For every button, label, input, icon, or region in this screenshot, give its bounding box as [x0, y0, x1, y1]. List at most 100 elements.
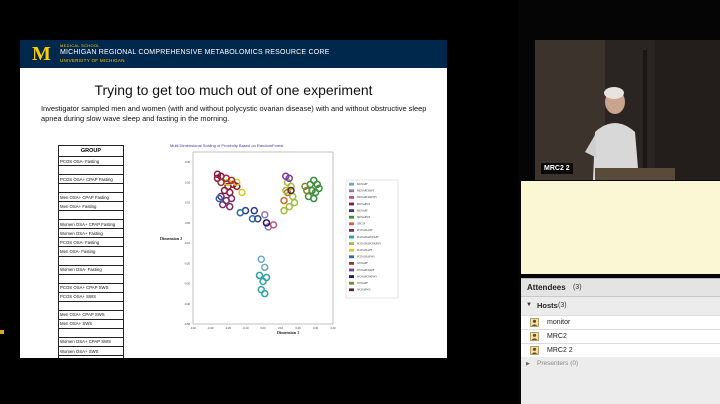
legend-label: MOSAPCPAPWS	[357, 196, 377, 199]
attendees-header: Attendees (3)	[521, 279, 720, 297]
y-tick-label: -0.30	[184, 282, 190, 286]
group-table-cell: Women OSA- Fasting	[58, 264, 124, 275]
group-table-cell	[58, 300, 124, 311]
presenter-video-image	[535, 40, 720, 180]
x-tick-label: 0.30	[313, 326, 319, 330]
y-tick-label: -0.10	[184, 241, 190, 245]
user-icon	[530, 346, 539, 355]
legend-swatch	[349, 255, 354, 259]
yellow-strip	[521, 181, 720, 274]
y-tick-label: -0.50	[184, 322, 190, 326]
group-table-cell: Men OSA+ SWS	[58, 318, 124, 329]
user-icon	[530, 332, 539, 341]
group-table-cell: Women OSA+ CPAP SWS	[58, 336, 124, 347]
x-tick-label: 0.40	[330, 326, 336, 330]
legend-swatch	[349, 215, 354, 219]
slide-body-text: Investigator sampled men and women (with…	[41, 104, 427, 123]
legend-swatch	[349, 268, 354, 272]
mds-scatter-chart: Multi Dimensional Scaling of Proximity B…	[160, 143, 399, 335]
x-axis-label: Dimension 1	[277, 330, 299, 335]
legend-swatch	[349, 222, 354, 226]
group-table-cell	[58, 273, 124, 284]
group-table-cell	[58, 183, 124, 194]
legend-swatch	[349, 202, 354, 206]
legend-swatch	[349, 196, 354, 199]
video-feed[interactable]: MRC2 2	[535, 40, 720, 180]
group-table-cell	[58, 327, 124, 338]
legend-label: MOSAPCPAPF	[357, 190, 375, 193]
legend-swatch	[349, 281, 354, 285]
x-tick-label: -0.40	[190, 326, 196, 330]
legend-label: WOSAPWS	[357, 289, 371, 292]
x-tick-label: 0.00	[260, 326, 266, 330]
legend-label: MOSAPF	[357, 183, 368, 186]
hosts-group-toggle[interactable]: ▼ Hosts (3)	[521, 299, 720, 313]
host-item-mrc2[interactable]: MRC2	[521, 329, 720, 343]
group-table-cell: Women OSA+ SWS	[58, 345, 124, 357]
group-table-cell: Women OSA+ CPAP Fasting	[58, 219, 124, 230]
expand-arrow-icon: ▶	[526, 361, 530, 367]
host-name: MRC2 2	[547, 347, 573, 354]
hosts-count: (3)	[558, 301, 567, 309]
legend-label: WOSAPF	[357, 282, 368, 285]
collapse-arrow-icon: ▼	[526, 302, 532, 308]
university-logo: M	[32, 43, 51, 65]
x-tick-labels: -0.40 -0.30 -0.20 -0.10 0.00 0.10 0.20 0.30 0.40	[190, 326, 336, 330]
slide-title: Trying to get too much out of one experi…	[94, 82, 373, 98]
legend-label: PCOSOSAPF	[357, 249, 373, 252]
presentation-slide: M MEDICAL SCHOOL MICHIGAN REGIONAL COMPR…	[20, 40, 447, 358]
legend-label: PCOSOSAPCPAPWS	[357, 242, 382, 245]
group-table-cell	[58, 165, 124, 176]
group-table-cell: Men OSA- Fasting	[58, 246, 124, 257]
legend-swatch	[349, 242, 354, 245]
y-tick-label: 0.10	[185, 201, 191, 205]
legend-label: MOSAPWS	[357, 216, 371, 219]
host-item-mrc2-2[interactable]: MRC2 2	[521, 343, 720, 357]
x-tick-label: -0.10	[243, 326, 249, 330]
host-name: MRC2	[547, 333, 567, 340]
presenters-label: Presenters (0)	[537, 360, 579, 367]
group-table-cell	[58, 255, 124, 266]
y-tick-labels: 0.30 0.20 0.10 0.00 -0.10 -0.20 -0.30 -0.40 -0.5…	[184, 160, 190, 326]
legend-label: PCOSOSAPWS	[357, 256, 375, 259]
slide-header-banner: M MEDICAL SCHOOL MICHIGAN REGIONAL COMPR…	[20, 40, 447, 68]
y-tick-label: 0.20	[185, 180, 191, 184]
legend-label: OPCSF	[357, 223, 366, 226]
group-table-cell: PCOS OSA- Fasting	[58, 155, 124, 167]
header-school: MEDICAL SCHOOL	[60, 43, 100, 48]
legend-label: PCOSOSANF	[357, 229, 373, 232]
legend-swatch	[349, 235, 354, 239]
y-tick-label: 0.30	[185, 160, 191, 164]
group-table-cell: PCOS OSA+ CPAP SWS	[58, 282, 124, 293]
y-tick-label: -0.40	[184, 302, 190, 306]
header-university: UNIVERSITY OF MICHIGAN	[60, 58, 125, 63]
group-table-cell: PCOS OSA- SWS	[58, 355, 124, 358]
host-item-monitor[interactable]: monitor	[521, 315, 720, 329]
attendees-title: Attendees	[527, 283, 566, 292]
video-participant-label: MRC2 2	[541, 163, 573, 174]
edge-icon	[0, 330, 4, 334]
group-table-cell: PCOS OSA+ CPAP Fasting	[58, 174, 124, 185]
legend-label: WOSAPCPAPWS	[357, 275, 377, 278]
legend-label: MOSAPWS	[357, 203, 371, 206]
group-table-cell: Men OSA+ CPAP Fasting	[58, 192, 124, 203]
y-tick-label: -0.20	[184, 261, 190, 265]
group-table-cell: Men OSA+ Fasting	[58, 201, 124, 212]
chart-legend: MOSAPF MOSAPCPAPF MOSAPCPAPWS MOSAPWS MOSAPF…	[345, 179, 399, 299]
presenters-group-toggle[interactable]: ▶ Presenters (0)	[521, 360, 720, 370]
header-core-name: MICHIGAN REGIONAL COMPREHENSIVE METABOLO…	[60, 49, 330, 56]
attendees-count: (3)	[573, 284, 582, 291]
legend-label: WOSAPF	[357, 262, 368, 265]
legend-swatch	[349, 288, 354, 292]
legend-swatch	[349, 229, 354, 232]
group-table-cell	[58, 210, 124, 221]
x-tick-label: -0.20	[225, 326, 231, 330]
group-table-cell: Women OSA+ Fasting	[58, 228, 124, 239]
group-table-cell: PCOS OSA- Fasting	[58, 237, 124, 248]
group-table-cell: PCOS OSA+ SWS	[58, 291, 124, 302]
legend-swatch	[349, 248, 354, 252]
legend-swatch	[349, 275, 354, 278]
slide-pane: M MEDICAL SCHOOL MICHIGAN REGIONAL COMPR…	[0, 0, 518, 404]
legend-label: WOSAPCPAPF	[357, 269, 375, 272]
host-name: monitor	[547, 319, 571, 326]
